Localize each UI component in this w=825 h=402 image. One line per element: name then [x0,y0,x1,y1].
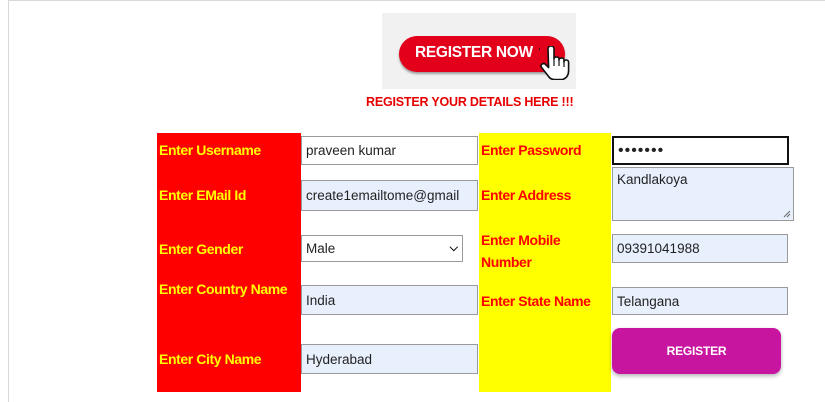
country-value: India [306,292,336,308]
username-input[interactable]: praveen kumar [301,136,478,165]
resize-handle-icon[interactable] [783,210,791,218]
address-label: Enter Address [481,187,571,203]
state-label: Enter State Name [481,293,591,309]
mobile-input[interactable]: 09391041988 [612,234,788,263]
username-label: Enter Username [159,142,261,158]
address-value: Kandlakoya [617,172,688,187]
state-value: Telangana [617,293,680,309]
country-input[interactable]: India [301,285,478,315]
chevron-down-icon: ⌵ [449,242,458,254]
form-heading: REGISTER YOUR DETAILS HERE !!! [366,95,574,109]
city-input[interactable]: Hyderabad [301,344,478,374]
email-value: create1emailtome@gmail [306,188,460,203]
city-value: Hyderabad [306,351,373,367]
password-label: Enter Password [481,142,582,158]
email-input[interactable]: create1emailtome@gmail [301,180,478,211]
gender-select[interactable]: Male ⌵ [301,235,463,262]
state-input[interactable]: Telangana [612,287,788,315]
address-textarea[interactable]: Kandlakoya [612,167,794,221]
register-now-badge: REGISTER NOW [399,36,570,80]
page-edge-top [8,0,825,1]
city-label: Enter City Name [159,351,262,367]
password-input[interactable]: ••••••• [612,136,789,165]
mobile-label: Enter Mobile Number [481,232,561,270]
username-value: praveen kumar [306,143,397,158]
password-value: ••••••• [618,141,665,159]
register-button[interactable]: REGISTER [612,328,781,374]
country-label: Enter Country Name [159,281,288,297]
page-edge-left [8,0,9,402]
email-label: Enter EMail Id [159,187,246,203]
pointing-hand-icon [539,46,570,80]
mobile-value: 09391041988 [617,241,700,256]
gender-label: Enter Gender [159,241,243,257]
register-now-text: REGISTER NOW [415,44,533,61]
gender-value: Male [306,241,336,256]
register-now-banner: REGISTER NOW [382,13,576,89]
